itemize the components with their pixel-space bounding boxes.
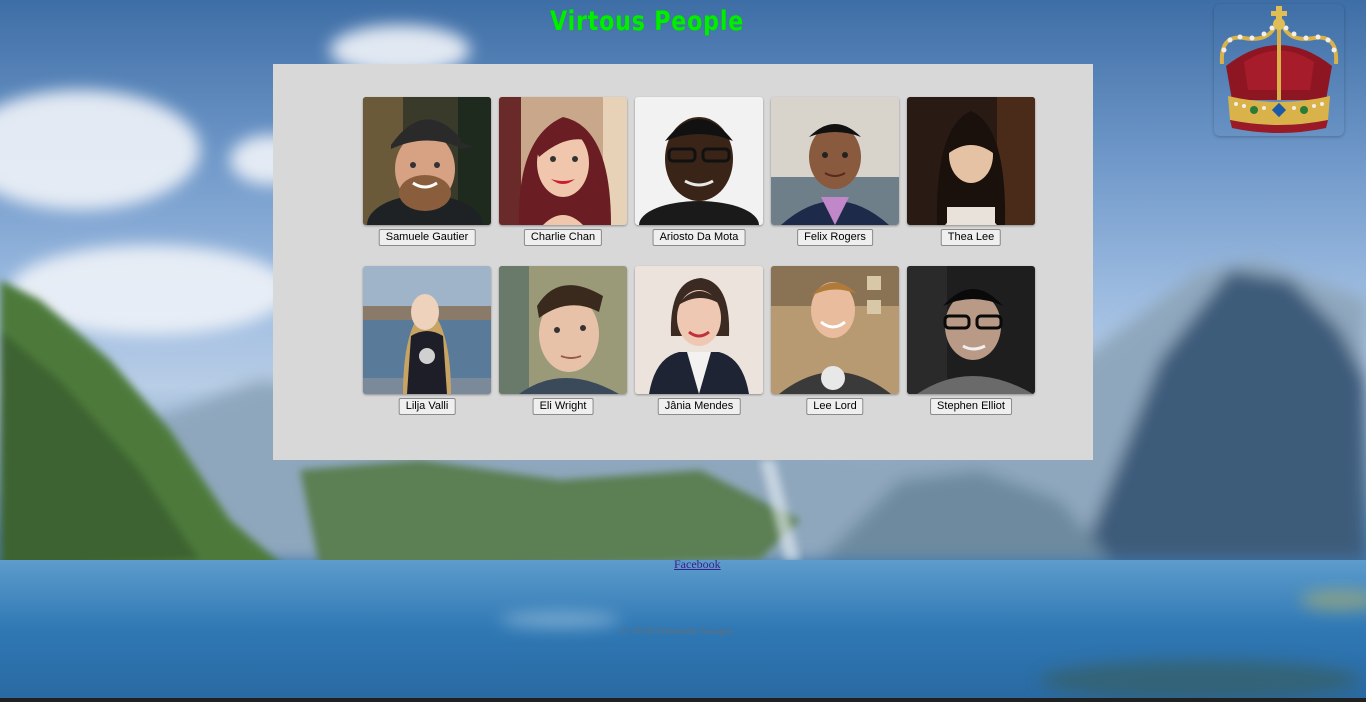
person-photo [907,97,1035,225]
person-photo [635,97,763,225]
gallery-panel: Samuele Gautier Charlie Chan Ariosto Da … [273,64,1093,460]
person-card: Samuele Gautier [363,97,491,249]
person-photo [771,97,899,225]
person-photo [363,266,491,394]
person-name-button[interactable]: Charlie Chan [523,229,603,246]
person-photo [771,266,899,394]
person-name-button[interactable]: Stephen Elliot [930,398,1012,415]
person-card: Lilja Valli [363,266,491,418]
person-photo [499,266,627,394]
person-card: Felix Rogers [771,97,899,249]
facebook-link[interactable]: Facebook [674,557,721,572]
person-photo [907,266,1035,394]
person-name-button[interactable]: Eli Wright [532,398,594,415]
person-name-button[interactable]: Lilja Valli [398,398,456,415]
person-photo [363,97,491,225]
person-name-button[interactable]: Thea Lee [940,229,1002,246]
person-card: Ariosto Da Mota [635,97,763,249]
person-card: Stephen Elliot [907,266,1035,418]
person-name-button[interactable]: Ariosto Da Mota [652,229,746,246]
person-photo [499,97,627,225]
person-card: Thea Lee [907,97,1035,249]
copyright-text: © 2018 Jeremiah Asuquo [621,625,733,637]
crown-icon [1214,4,1344,136]
person-photo [635,266,763,394]
person-card: Eli Wright [499,266,627,418]
person-name-button[interactable]: Jânia Mendes [657,398,741,415]
person-card: Lee Lord [771,266,899,418]
person-name-button[interactable]: Samuele Gautier [378,229,476,246]
person-name-button[interactable]: Lee Lord [806,398,864,415]
bottom-edge [0,698,1366,702]
person-card: Charlie Chan [499,97,627,249]
person-name-button[interactable]: Felix Rogers [797,229,873,246]
person-card: Jânia Mendes [635,266,763,418]
page-title: Virtous People [550,6,745,37]
